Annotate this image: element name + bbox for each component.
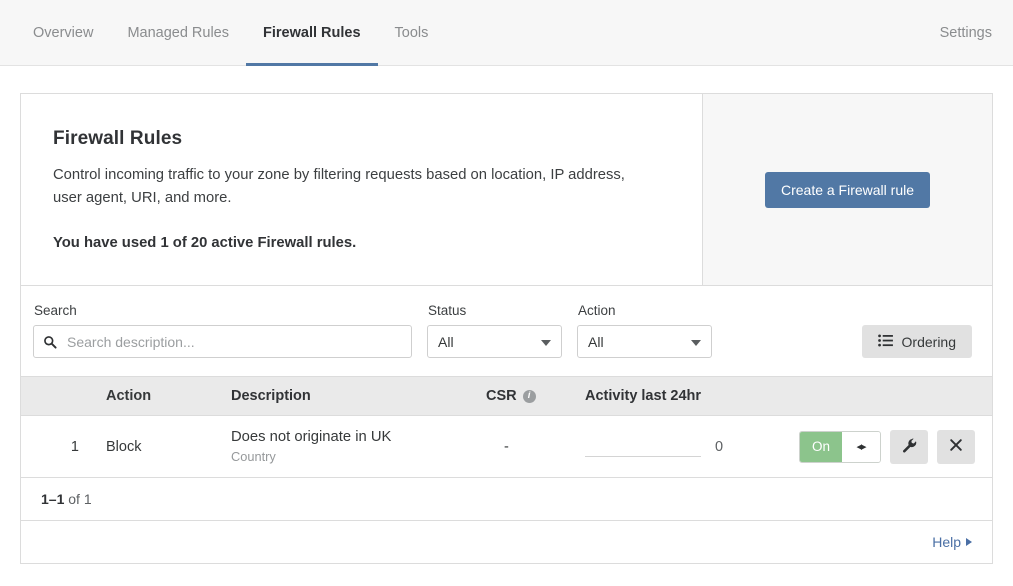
firewall-rules-hero-card: Firewall Rules Control incoming traffic …: [20, 93, 993, 286]
rules-usage-text: You have used 1 of 20 active Firewall ru…: [53, 235, 662, 251]
row-csr: -: [486, 439, 571, 455]
status-select-wrapper: All: [427, 325, 562, 358]
row-description: Does not originate in UK Country: [214, 429, 486, 464]
delete-rule-button[interactable]: [937, 430, 975, 464]
action-select[interactable]: All: [577, 325, 712, 358]
status-label: Status: [427, 303, 562, 318]
nav-right-group: Settings: [940, 0, 997, 66]
header-action: Action: [89, 388, 214, 404]
rule-enabled-toggle[interactable]: On ◂▸: [799, 431, 881, 463]
nav-tabs: Overview Managed Rules Firewall Rules To…: [16, 0, 445, 66]
header-activity: Activity last 24hr: [571, 388, 787, 404]
status-filter-group: Status All: [427, 303, 562, 358]
header-csr-label: CSR: [486, 388, 517, 404]
action-select-value: All: [588, 334, 604, 350]
filter-toolbar: Search Status All Action: [20, 286, 993, 377]
tab-managed-rules-label: Managed Rules: [127, 25, 229, 41]
create-firewall-rule-button[interactable]: Create a Firewall rule: [765, 172, 930, 208]
wrench-icon: [902, 438, 917, 456]
firewall-rules-table: Action Description CSR i Activity last 2…: [20, 377, 993, 564]
help-bar: Help: [21, 521, 992, 563]
search-field-group: Search: [33, 303, 412, 358]
tab-firewall-rules-label: Firewall Rules: [263, 25, 361, 41]
hero-action-panel: Create a Firewall rule: [703, 94, 992, 285]
status-select[interactable]: All: [427, 325, 562, 358]
status-select-value: All: [438, 334, 454, 350]
table-header-row: Action Description CSR i Activity last 2…: [21, 377, 992, 416]
action-filter-group: Action All: [577, 303, 712, 358]
hero-text-panel: Firewall Rules Control incoming traffic …: [21, 94, 703, 285]
action-label: Action: [577, 303, 712, 318]
search-label: Search: [33, 303, 412, 318]
page-title: Firewall Rules: [53, 128, 662, 150]
search-input-wrapper: [33, 325, 412, 358]
chevron-right-icon: [966, 538, 972, 546]
help-link-label: Help: [932, 534, 961, 550]
info-icon[interactable]: i: [523, 390, 536, 403]
settings-link[interactable]: Settings: [940, 25, 992, 41]
tab-tools-label: Tools: [395, 25, 429, 41]
search-input[interactable]: [33, 325, 412, 358]
row-activity: 0: [571, 434, 787, 460]
ordering-button[interactable]: Ordering: [862, 325, 972, 358]
page-description: Control incoming traffic to your zone by…: [53, 164, 633, 210]
rule-toggle-label: On: [800, 432, 842, 462]
row-description-main: Does not originate in UK: [231, 429, 486, 445]
ordering-button-label: Ordering: [902, 334, 956, 350]
row-action: Block: [89, 439, 214, 455]
tab-tools[interactable]: Tools: [378, 0, 446, 66]
list-icon: [878, 334, 893, 350]
close-icon: [949, 438, 963, 455]
activity-sparkline: [585, 434, 701, 460]
row-description-sub: Country: [231, 449, 486, 464]
row-controls: On ◂▸: [787, 430, 992, 464]
activity-value: 0: [715, 439, 723, 455]
edit-rule-button[interactable]: [890, 430, 928, 464]
tab-firewall-rules[interactable]: Firewall Rules: [246, 0, 378, 66]
action-select-wrapper: All: [577, 325, 712, 358]
tab-overview-label: Overview: [33, 25, 93, 41]
page-content: Firewall Rules Control incoming traffic …: [0, 66, 1013, 564]
top-navigation-bar: Overview Managed Rules Firewall Rules To…: [0, 0, 1013, 66]
pagination-total: of 1: [68, 491, 91, 507]
header-description: Description: [214, 388, 486, 404]
help-link[interactable]: Help: [932, 534, 972, 550]
pagination-range: 1–1: [41, 491, 64, 507]
row-index: 1: [21, 439, 89, 455]
drag-handle-icon[interactable]: ◂▸: [842, 432, 880, 462]
pagination-summary: 1–1 of 1: [21, 478, 992, 521]
tab-overview[interactable]: Overview: [16, 0, 110, 66]
activity-sparkline-group: 0: [585, 434, 787, 460]
tab-managed-rules[interactable]: Managed Rules: [110, 0, 246, 66]
table-row: 1 Block Does not originate in UK Country…: [21, 416, 992, 478]
header-csr: CSR i: [486, 388, 571, 404]
